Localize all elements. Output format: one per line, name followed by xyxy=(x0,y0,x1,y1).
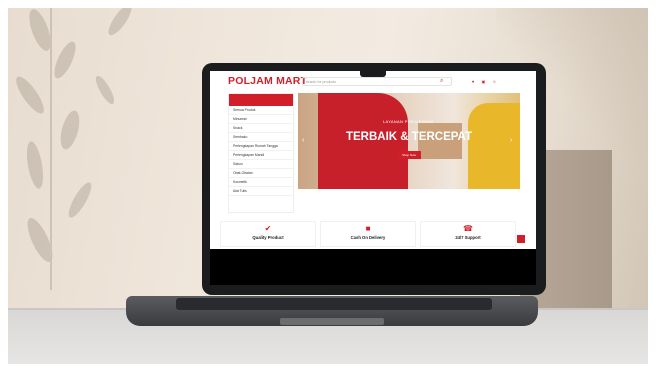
user-icon[interactable]: ☺ xyxy=(492,79,496,84)
trackpad xyxy=(280,318,384,325)
check-icon: ✔ xyxy=(264,224,272,233)
cart-icon[interactable]: ▣ xyxy=(482,79,486,84)
hero-title: TERBAIK & TERCEPAT xyxy=(345,131,473,143)
website: POLJAM MART search for products ⌕ ♥ ▣ ☺ … xyxy=(210,71,536,249)
category-item[interactable]: Minuman xyxy=(229,115,293,124)
category-item[interactable]: Semua Produk xyxy=(229,106,293,115)
shop-now-button[interactable]: Shop Now xyxy=(397,151,421,159)
search-icon[interactable]: ⌕ xyxy=(440,78,443,85)
category-header[interactable] xyxy=(229,94,293,106)
category-item[interactable]: Perlengkapan Rumah Tangga xyxy=(229,142,293,151)
feature-cod: ■ Cash On Delivery xyxy=(320,221,416,247)
search-input[interactable]: search for products xyxy=(302,77,452,86)
customer-figure xyxy=(468,103,520,189)
category-item[interactable]: Kosmetik xyxy=(229,178,293,187)
hero-tagline: LAYANAN PENGIRIMAN xyxy=(383,119,433,124)
feature-support: ☎ 24/7 Support xyxy=(420,221,516,247)
category-item[interactable]: Sabun xyxy=(229,160,293,169)
scroll-top-button[interactable] xyxy=(517,235,525,243)
brand-logo[interactable]: POLJAM MART xyxy=(228,75,307,87)
laptop-screen: POLJAM MART search for products ⌕ ♥ ▣ ☺ … xyxy=(210,71,536,285)
keyboard xyxy=(176,298,492,310)
category-sidebar: Semua Produk Minuman Snack Sembako Perle… xyxy=(228,93,294,213)
prev-arrow-icon[interactable]: ‹ xyxy=(302,137,304,144)
feature-label: Cash On Delivery xyxy=(350,235,386,240)
category-item[interactable]: Sembako xyxy=(229,133,293,142)
heart-icon[interactable]: ♥ xyxy=(472,79,474,84)
feature-label: 24/7 Support xyxy=(455,235,481,240)
truck-icon: ■ xyxy=(365,224,371,233)
header-icons: ♥ ▣ ☺ xyxy=(472,79,503,84)
phone-icon: ☎ xyxy=(463,224,473,233)
leaf-shadow xyxy=(16,0,132,290)
category-item[interactable]: Alat Tulis xyxy=(229,187,293,196)
next-arrow-icon[interactable]: › xyxy=(510,137,512,144)
feature-label: Quality Product xyxy=(252,235,284,240)
category-item[interactable]: Snack xyxy=(229,124,293,133)
feature-quality: ✔ Quality Product xyxy=(220,221,316,247)
category-item[interactable]: Obat-Obatan xyxy=(229,169,293,178)
category-item[interactable]: Perlengkapan Mandi xyxy=(229,151,293,160)
photo-scene: POLJAM MART search for products ⌕ ♥ ▣ ☺ … xyxy=(0,0,656,372)
hero-banner: LAYANAN PENGIRIMAN TERBAIK & TERCEPAT Sh… xyxy=(298,93,520,189)
